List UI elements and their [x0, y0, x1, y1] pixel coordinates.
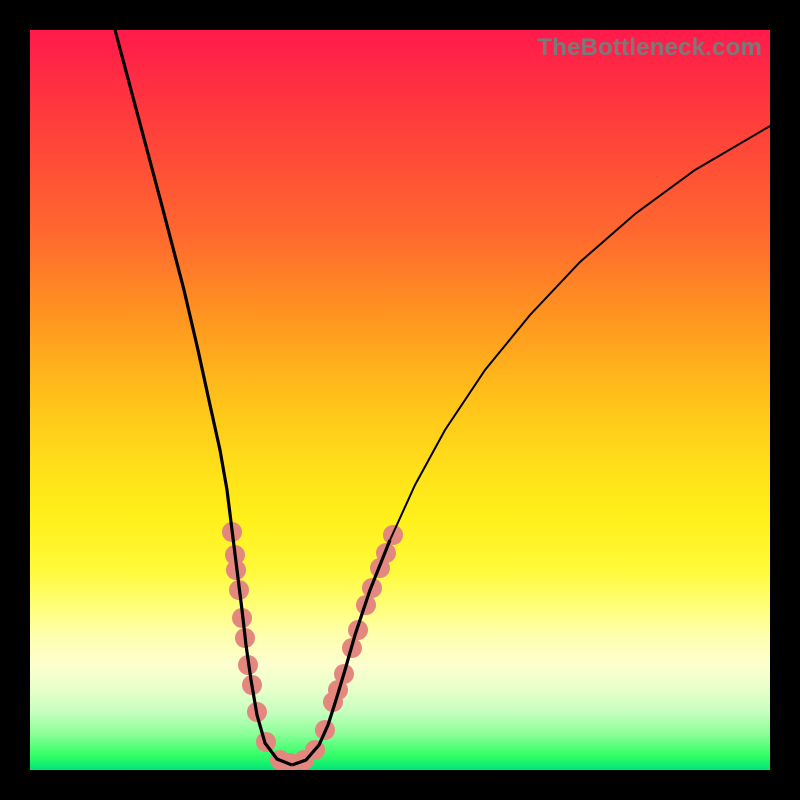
curve-left — [115, 30, 292, 765]
bottleneck-curve — [30, 30, 770, 770]
plot-area: TheBottleneck.com — [30, 30, 770, 770]
curve-right-thin — [390, 126, 770, 540]
curve-right-thick — [292, 540, 390, 765]
chart-frame: TheBottleneck.com — [0, 0, 800, 800]
data-dots — [222, 522, 403, 770]
